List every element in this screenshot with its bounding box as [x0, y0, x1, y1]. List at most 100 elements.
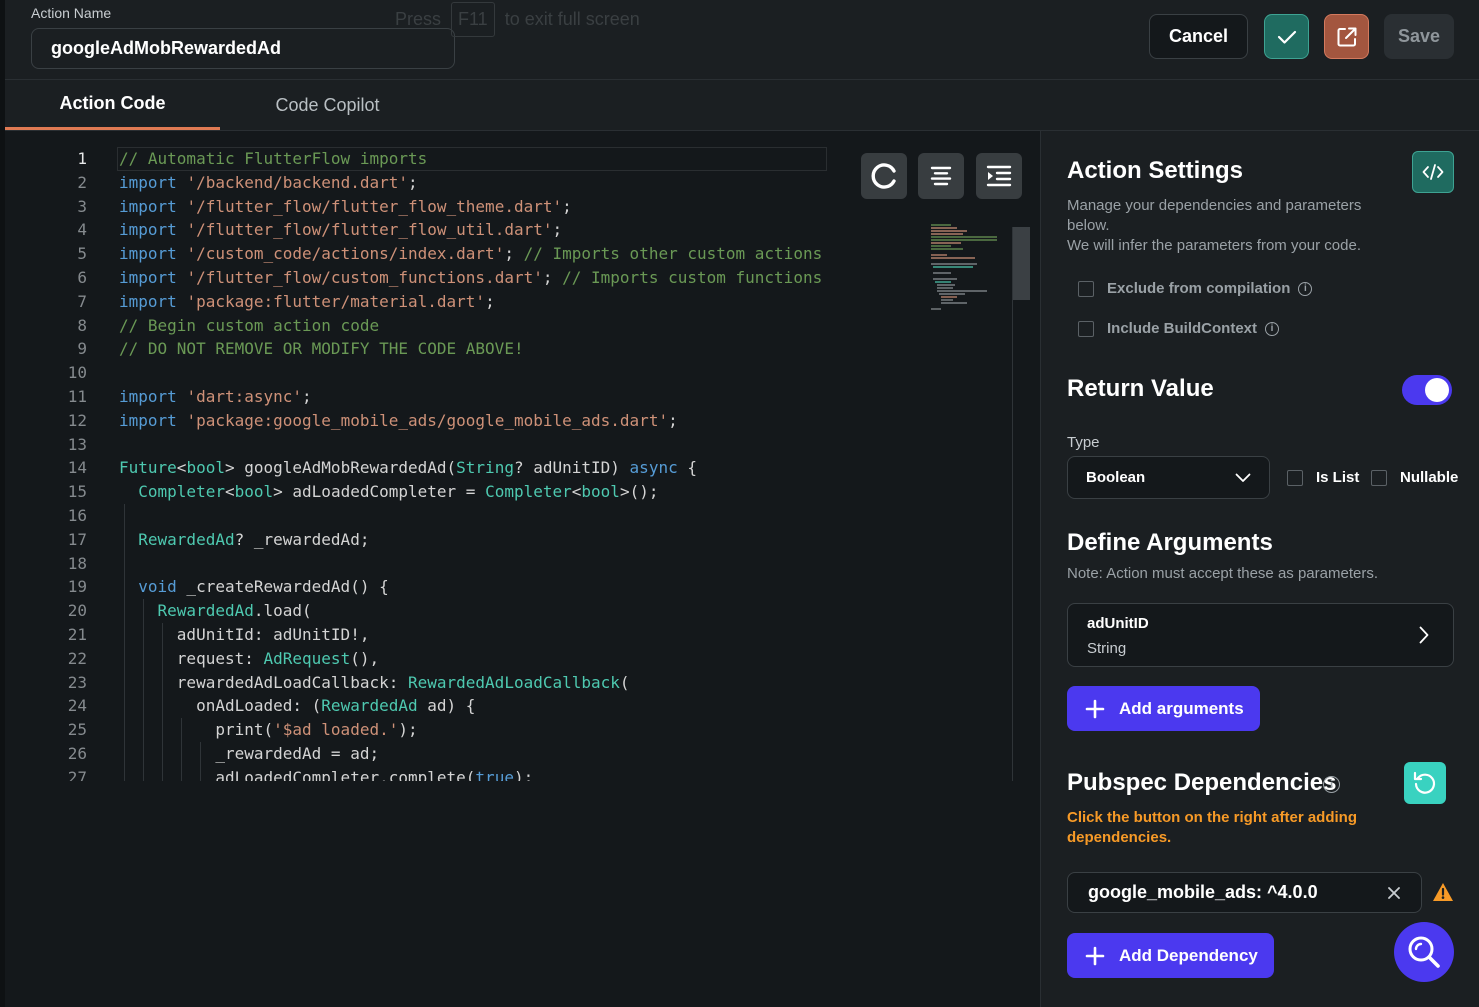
format-code-button[interactable] — [918, 153, 964, 199]
code-line: 10 — [5, 361, 1035, 385]
pubspec-dependencies-label: Pubspec Dependencies — [1067, 769, 1337, 796]
argument-card[interactable]: adUnitID String — [1067, 603, 1454, 667]
line-number: 21 — [67, 624, 87, 644]
code-line: 27 adLoadedCompleter.complete(true); — [5, 766, 1035, 781]
line-number: 15 — [67, 482, 87, 502]
code-line: 4 import '/flutter_flow/flutter_flow_util… — [5, 218, 1035, 242]
code-line: 9// DO NOT REMOVE OR MODIFY THE CODE ABO… — [5, 337, 1035, 361]
line-number: 20 — [67, 601, 87, 621]
code-editor[interactable]: 1// Automatic FlutterFlow imports 2 impor… — [5, 131, 1040, 1007]
code-line: 17 RewardedAd? _rewardedAd; — [5, 528, 1035, 552]
line-number: 27 — [67, 767, 87, 781]
is-list-checkbox[interactable] — [1287, 469, 1303, 486]
exclude-from-compilation-checkbox[interactable] — [1078, 280, 1094, 297]
line-number: 26 — [67, 743, 87, 763]
is-list-label: Is List — [1316, 469, 1360, 486]
save-button[interactable]: Save — [1384, 14, 1454, 59]
indent-icon — [986, 165, 1012, 187]
tab-bar: Action Code Code Copilot — [5, 80, 1479, 131]
code-line: 26 _rewardedAd = ad; — [5, 742, 1035, 766]
dependency-chip[interactable]: google_mobile_ads: ^4.0.0 — [1067, 872, 1422, 913]
info-icon[interactable]: i — [1298, 281, 1313, 296]
scroll-divider — [1012, 227, 1013, 781]
argument-name: adUnitID — [1087, 615, 1149, 632]
info-icon[interactable]: i — [1323, 776, 1340, 793]
open-external-icon — [1337, 27, 1356, 46]
open-external-button[interactable] — [1324, 14, 1369, 59]
close-icon[interactable] — [1387, 886, 1401, 900]
code-line: 19 void _createRewardedAd() { — [5, 575, 1035, 599]
add-dependency-button[interactable]: Add Dependency — [1067, 933, 1274, 978]
line-number: 18 — [67, 553, 87, 573]
tab-action-code[interactable]: Action Code — [5, 80, 220, 130]
code-line: 18 — [5, 552, 1035, 576]
line-number: 10 — [67, 363, 87, 383]
code-line: 24 onAdLoaded: (RewardedAd ad) { — [5, 694, 1035, 718]
is-list-row[interactable]: Is List — [1287, 469, 1359, 486]
action-settings-title: Action Settings — [1067, 157, 1244, 184]
cancel-button[interactable]: Cancel — [1149, 14, 1248, 59]
code-viewport[interactable]: 1// Automatic FlutterFlow imports 2 impor… — [5, 147, 1035, 781]
add-arguments-button[interactable]: Add arguments — [1067, 686, 1260, 731]
fullscreen-hint: Press F11 to exit full screen — [395, 1, 640, 37]
code-line: 14 Future<bool> googleAdMobRewardedAd(Str… — [5, 456, 1035, 480]
line-number: 25 — [67, 720, 87, 740]
action-name-input[interactable]: googleAdMobRewardedAd — [31, 28, 455, 69]
plus-icon — [1085, 946, 1105, 965]
code-line: 16 — [5, 504, 1035, 528]
line-number: 16 — [67, 505, 87, 525]
line-number: 11 — [67, 386, 87, 406]
code-line: 8// Begin custom action code — [5, 314, 1035, 338]
code-line: 20 RewardedAd.load( — [5, 599, 1035, 623]
line-number: 24 — [67, 696, 87, 716]
tab-code-copilot[interactable]: Code Copilot — [220, 80, 435, 130]
line-number: 12 — [67, 410, 87, 430]
return-type-value: Boolean — [1086, 469, 1146, 486]
plus-icon — [1085, 699, 1105, 718]
line-number: 19 — [67, 577, 87, 597]
action-settings-panel: Action Settings Manage your dependencies… — [1040, 131, 1479, 1007]
confirm-button[interactable] — [1264, 14, 1309, 59]
line-number: 2 — [77, 172, 87, 192]
line-number: 22 — [67, 648, 87, 668]
return-value-toggle[interactable] — [1402, 375, 1452, 405]
view-code-button[interactable] — [1412, 151, 1454, 193]
refresh-dependencies-button[interactable] — [1404, 762, 1446, 804]
code-icon — [1422, 164, 1444, 180]
include-buildcontext-label: Include BuildContext — [1107, 320, 1257, 337]
code-minimap[interactable] — [927, 223, 1017, 313]
nullable-checkbox[interactable] — [1371, 469, 1387, 486]
code-line: 23 rewardedAdLoadCallback: RewardedAdLoa… — [5, 671, 1035, 695]
search-icon — [1408, 936, 1440, 968]
line-number: 14 — [67, 458, 87, 478]
refresh-icon — [871, 163, 896, 189]
include-buildcontext-row[interactable]: Include BuildContext i — [1078, 320, 1279, 337]
code-line: 21 adUnitId: adUnitID!, — [5, 623, 1035, 647]
search-fab-button[interactable] — [1394, 922, 1454, 982]
exclude-from-compilation-row[interactable]: Exclude from compilation i — [1078, 280, 1313, 297]
chevron-down-icon — [1235, 473, 1251, 482]
action-settings-description-1: Manage your dependencies and parameters … — [1067, 197, 1362, 234]
indent-button[interactable] — [976, 153, 1022, 199]
warning-icon[interactable] — [1432, 882, 1454, 902]
top-bar: Action Name googleAdMobRewardedAd Press … — [0, 0, 1479, 1007]
define-arguments-title: Define Arguments — [1067, 529, 1273, 556]
fullscreen-hint-before: Press — [395, 8, 442, 29]
include-buildcontext-checkbox[interactable] — [1078, 320, 1094, 337]
code-line: 7 import 'package:flutter/material.dart'; — [5, 290, 1035, 314]
code-line: 22 request: AdRequest(), — [5, 647, 1035, 671]
undo-refresh-icon — [1413, 771, 1436, 794]
code-line: 13 — [5, 433, 1035, 457]
align-center-icon — [930, 166, 952, 186]
editor-scrollbar-thumb[interactable] — [1013, 227, 1030, 300]
code-line: 11 import 'dart:async'; — [5, 385, 1035, 409]
code-line: 15 Completer<bool> adLoadedCompleter = C… — [5, 480, 1035, 504]
code-line: 5 import '/custom_code/actions/index.dart… — [5, 242, 1035, 266]
return-type-dropdown[interactable]: Boolean — [1067, 456, 1270, 499]
nullable-row[interactable]: Nullable — [1371, 469, 1458, 486]
reset-code-button[interactable] — [861, 153, 907, 199]
code-line: 6 import '/flutter_flow/custom_functions.… — [5, 266, 1035, 290]
line-number: 1 — [77, 149, 87, 168]
info-icon[interactable]: i — [1265, 321, 1279, 336]
line-number: 8 — [77, 315, 87, 335]
